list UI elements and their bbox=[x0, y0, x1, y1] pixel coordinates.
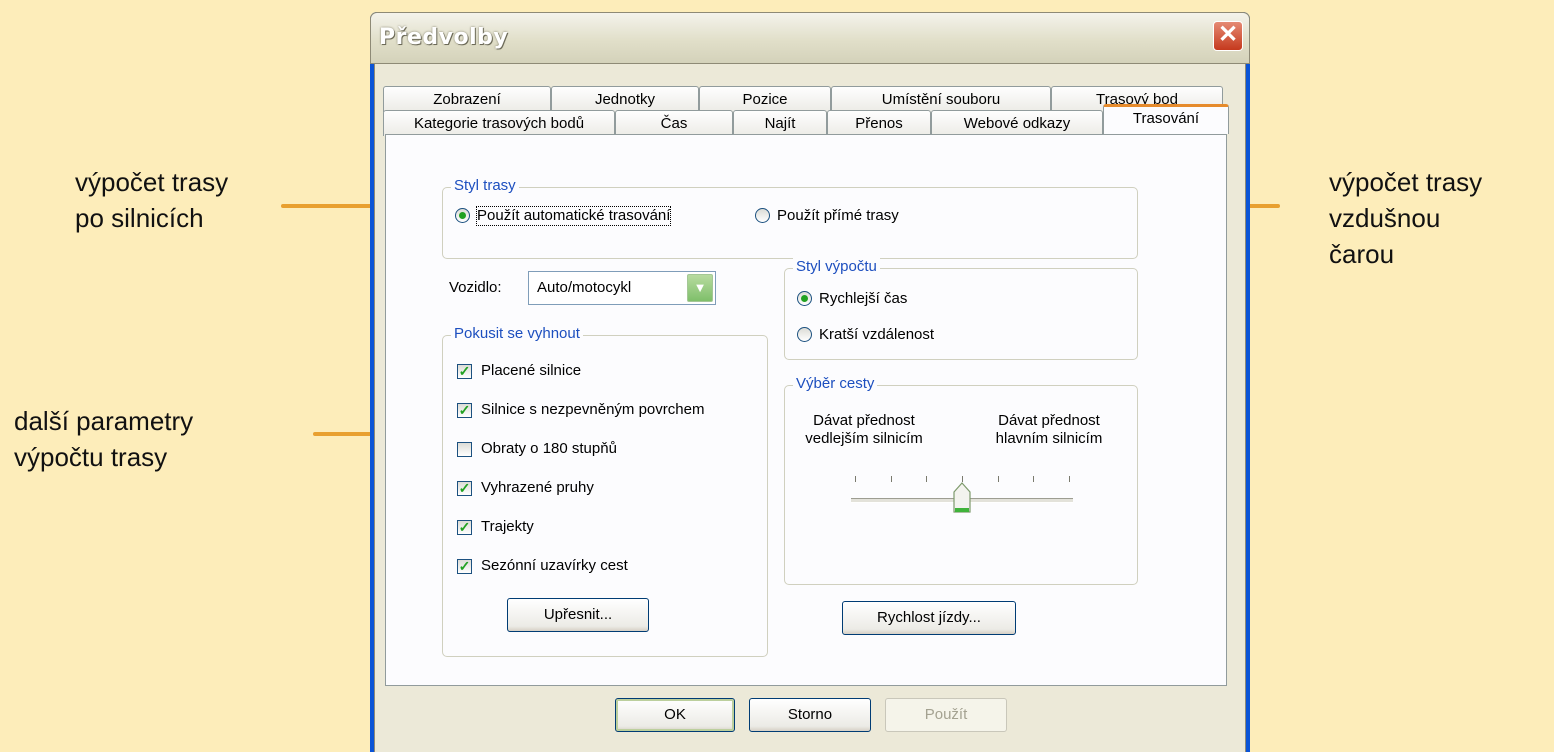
radio-shorter-distance[interactable] bbox=[797, 327, 812, 342]
label-line: Dávat přednost bbox=[813, 412, 915, 429]
ok-button[interactable]: OK bbox=[615, 698, 735, 732]
legend-road-choice: Výběr cesty bbox=[793, 375, 878, 392]
label-line: hlavním silnicím bbox=[995, 430, 1103, 447]
checkbox-carpool-lanes[interactable]: ✓ bbox=[457, 481, 472, 496]
label-unpaved-roads[interactable]: Silnice s nezpevněným povrchem bbox=[481, 401, 704, 419]
apply-button: Použít bbox=[885, 698, 1007, 732]
group-road-choice: Výběr cesty Dávat přednost vedlejším sil… bbox=[784, 375, 1138, 585]
group-route-style: Styl trasy Použít automatické trasování … bbox=[442, 177, 1138, 259]
tab-trasovani[interactable]: Trasování bbox=[1103, 104, 1229, 134]
checkbox-seasonal-closures[interactable]: ✓ bbox=[457, 559, 472, 574]
slider-tick bbox=[890, 476, 892, 482]
label-carpool-lanes[interactable]: Vyhrazené pruhy bbox=[481, 479, 594, 497]
vehicle-select[interactable]: Auto/motocykl ▼ bbox=[528, 271, 716, 305]
label-faster-time[interactable]: Rychlejší čas bbox=[819, 290, 907, 308]
tab-jednotky[interactable]: Jednotky bbox=[551, 86, 699, 112]
legend-calc-style: Styl výpočtu bbox=[793, 258, 880, 275]
label-prefer-major-roads: Dávat přednost hlavním silnicím bbox=[971, 412, 1127, 448]
legend-route-style: Styl trasy bbox=[451, 177, 519, 194]
slider-tick bbox=[855, 476, 856, 482]
tab-prenos[interactable]: Přenos bbox=[827, 110, 931, 136]
road-choice-slider-thumb[interactable] bbox=[953, 482, 971, 514]
radio-direct-routing[interactable] bbox=[755, 208, 770, 223]
label-line: Dávat přednost bbox=[998, 412, 1100, 429]
checkbox-ferries[interactable]: ✓ bbox=[457, 520, 472, 535]
tab-kategorie-trasovych-bodu[interactable]: Kategorie trasových bodů bbox=[383, 110, 615, 136]
checkbox-u-turns[interactable] bbox=[457, 442, 472, 457]
label-line: vedlejším silnicím bbox=[805, 430, 923, 447]
tab-cas[interactable]: Čas bbox=[615, 110, 733, 136]
vehicle-label: Vozidlo: bbox=[449, 279, 502, 296]
refine-button[interactable]: Upřesnit... bbox=[507, 598, 649, 632]
tab-pozice[interactable]: Pozice bbox=[699, 86, 831, 112]
group-calc-style: Styl výpočtu Rychlejší čas Kratší vzdále… bbox=[784, 258, 1138, 360]
label-auto-routing[interactable]: Použít automatické trasování bbox=[475, 206, 672, 226]
slider-tick bbox=[1069, 476, 1070, 482]
label-direct-routing[interactable]: Použít přímé trasy bbox=[777, 207, 899, 225]
label-shorter-distance[interactable]: Kratší vzdálenost bbox=[819, 326, 934, 344]
label-toll-roads[interactable]: Placené silnice bbox=[481, 362, 581, 380]
vehicle-select-value: Auto/motocykl bbox=[537, 279, 632, 296]
label-ferries[interactable]: Trajekty bbox=[481, 518, 534, 536]
title-bar[interactable]: Předvolby ✕ bbox=[370, 12, 1250, 64]
slider-tick bbox=[997, 476, 999, 482]
chevron-down-icon[interactable]: ▼ bbox=[687, 274, 713, 302]
slider-tick bbox=[926, 476, 928, 482]
tab-panel-trasovani: Styl trasy Použít automatické trasování … bbox=[385, 134, 1227, 686]
group-avoid: Pokusit se vyhnout ✓ Placené silnice ✓ S… bbox=[442, 325, 768, 657]
label-u-turns[interactable]: Obraty o 180 stupňů bbox=[481, 440, 617, 458]
legend-avoid: Pokusit se vyhnout bbox=[451, 325, 583, 342]
slider-tick bbox=[1033, 476, 1035, 482]
checkbox-toll-roads[interactable]: ✓ bbox=[457, 364, 472, 379]
cancel-button[interactable]: Storno bbox=[749, 698, 871, 732]
label-prefer-minor-roads: Dávat přednost vedlejším silnicím bbox=[789, 412, 939, 448]
close-button[interactable]: ✕ bbox=[1213, 21, 1243, 51]
preferences-dialog: Předvolby ✕ Zobrazení Jednotky Pozice Um… bbox=[370, 12, 1250, 752]
tab-webove-odkazy[interactable]: Webové odkazy bbox=[931, 110, 1103, 136]
dialog-body: Zobrazení Jednotky Pozice Umístění soubo… bbox=[374, 64, 1246, 752]
checkbox-unpaved-roads[interactable]: ✓ bbox=[457, 403, 472, 418]
speed-button[interactable]: Rychlost jízdy... bbox=[842, 601, 1016, 635]
label-seasonal-closures[interactable]: Sezónní uzavírky cest bbox=[481, 557, 628, 575]
tab-umisteni-souboru[interactable]: Umístění souboru bbox=[831, 86, 1051, 112]
close-icon: ✕ bbox=[1217, 21, 1239, 48]
tab-najit[interactable]: Najít bbox=[733, 110, 827, 136]
dialog-title: Předvolby bbox=[379, 25, 509, 50]
radio-auto-routing[interactable] bbox=[455, 208, 470, 223]
tab-zobrazeni[interactable]: Zobrazení bbox=[383, 86, 551, 112]
radio-faster-time[interactable] bbox=[797, 291, 812, 306]
